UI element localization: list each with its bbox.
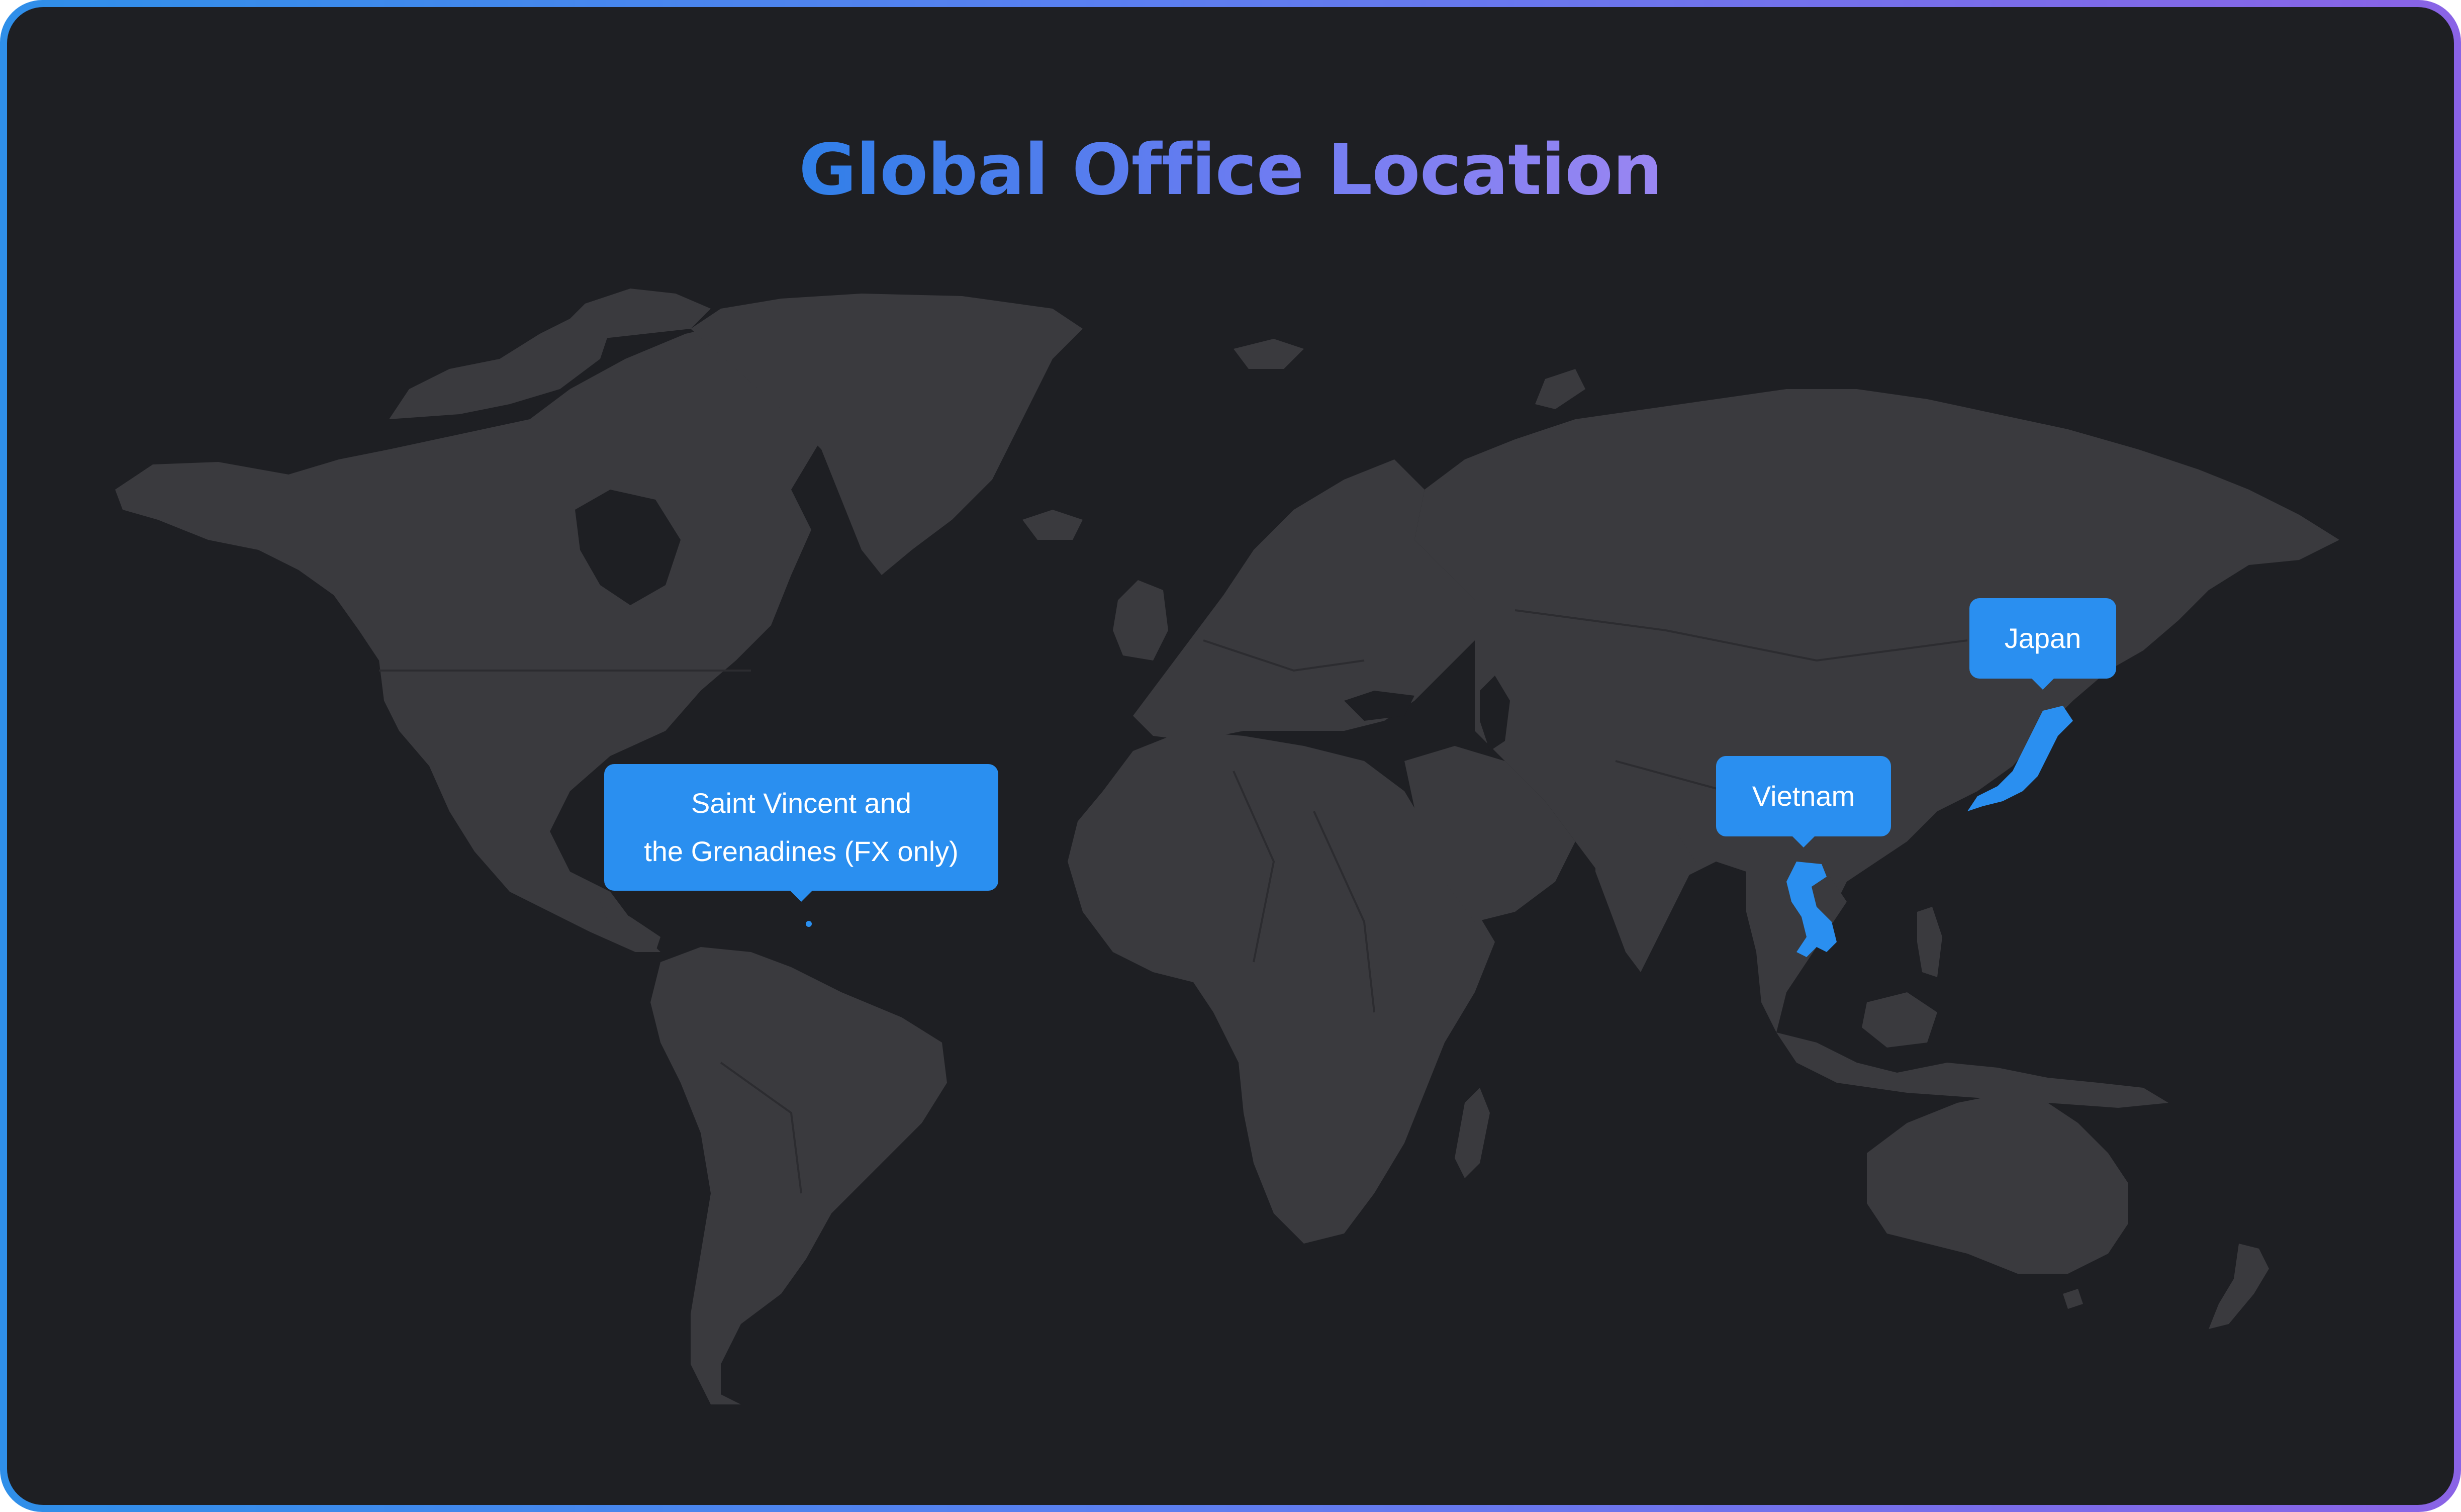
tasmania [2063,1289,2083,1309]
australia [1867,1093,2128,1274]
location-callout-vietnam[interactable]: Vietnam [1716,756,1891,847]
callout-label-line2: the Grenadines (FX only) [644,835,959,867]
map-card: Global Office Location Saint Vincent and… [7,7,2454,1505]
british-isles [1113,580,1168,660]
callout-label: Vietnam [1752,780,1855,812]
indonesia [1776,1032,2168,1108]
callout-label-line1: Saint Vincent and [691,787,911,819]
borneo [1862,992,1937,1048]
india [1595,821,1696,972]
callout-label: Japan [2004,622,2081,654]
novaya-zemlya [1535,369,1585,409]
map-card-frame: Global Office Location Saint Vincent and… [0,0,2461,1512]
new-zealand [2209,1244,2269,1329]
continents [115,289,2339,1404]
iceland [1022,510,1083,540]
svalbard [1234,339,1304,369]
location-callout-japan[interactable]: Japan [1969,598,2116,690]
location-callout-saint-vincent[interactable]: Saint Vincent and the Grenadines (FX onl… [604,764,998,902]
arctic-islands-2 [560,289,711,339]
world-map [115,289,2339,1404]
madagascar [1455,1088,1490,1178]
saint-vincent-highlight [806,921,812,927]
philippines [1917,907,1942,977]
